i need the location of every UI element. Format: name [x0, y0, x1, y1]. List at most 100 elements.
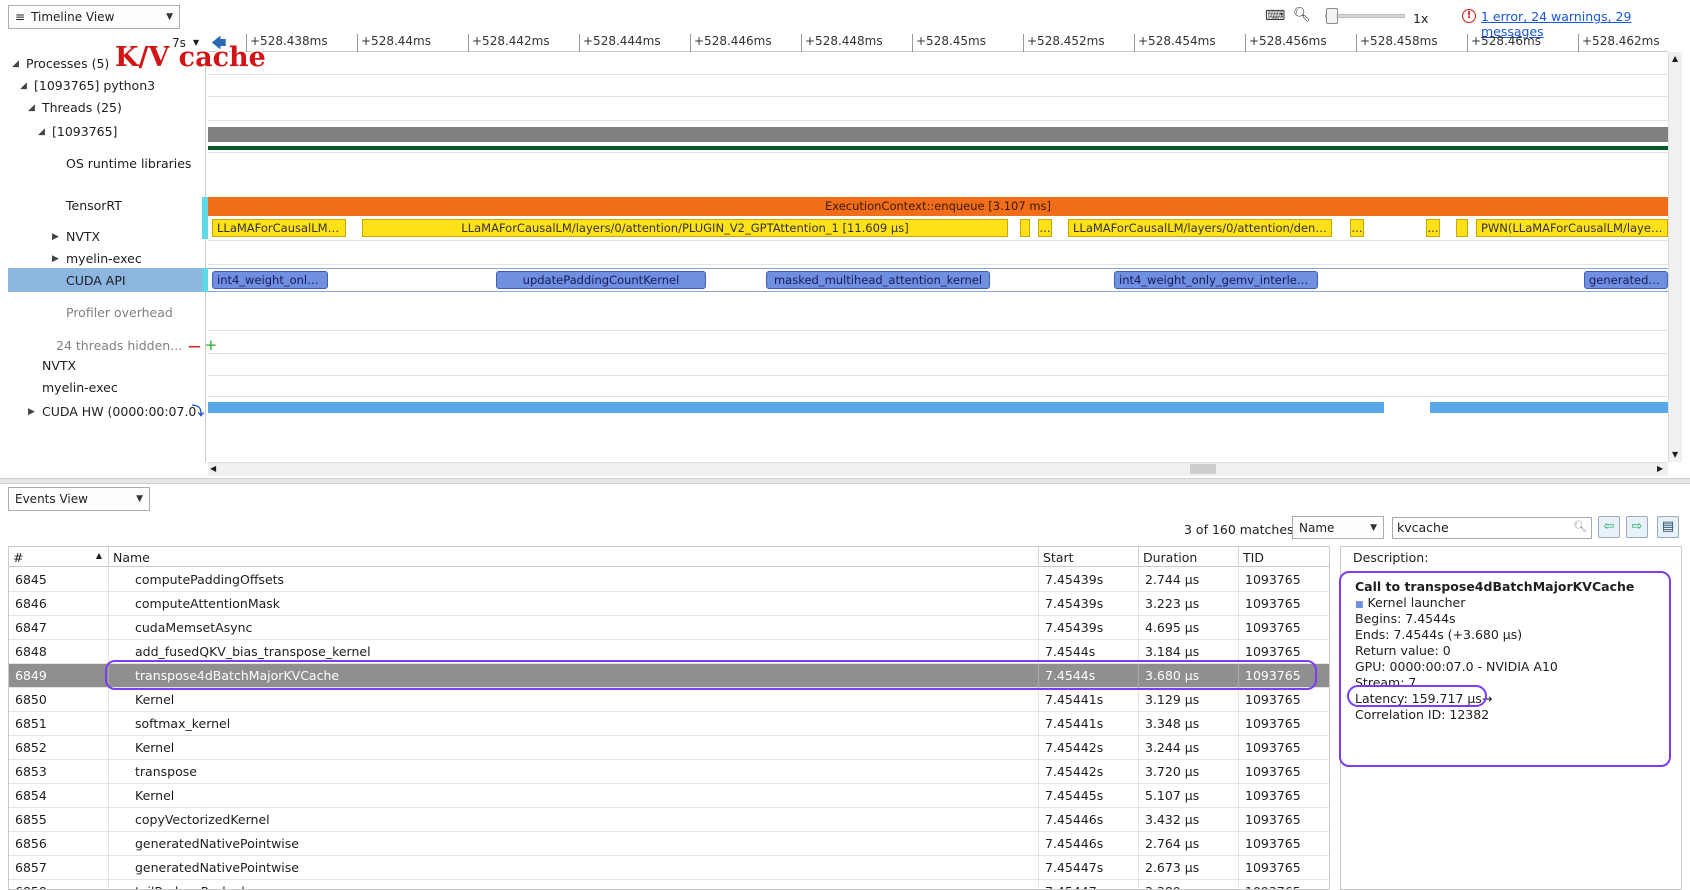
chevron-down-icon: ▼	[166, 12, 173, 22]
tree-process[interactable]: ◢ [1093765] python3	[20, 78, 218, 93]
cell-start: 7.45446s	[1039, 832, 1139, 856]
events-view-selector[interactable]: Events View ▼	[8, 487, 150, 511]
cell-name: generatedNativePointwise	[109, 832, 1039, 856]
cuda-api-bar[interactable]: masked_multihead_attention_kernel	[766, 271, 990, 289]
thread-state-bar[interactable]	[208, 146, 1668, 150]
cell-name: Kernel	[109, 688, 1039, 712]
table-row[interactable]: 6846 computeAttentionMask 7.45439s 3.223 μs…	[9, 592, 1329, 616]
cell-start: 7.45442s	[1039, 760, 1139, 784]
cell-index: 6855	[9, 808, 109, 832]
time-tick: +528.44ms	[357, 34, 431, 52]
table-row[interactable]: 6857 generatedNativePointwise 7.45447s 2.67…	[9, 856, 1329, 880]
keyboard-icon[interactable]: ⌨	[1265, 9, 1285, 23]
table-row[interactable]: 6855 copyVectorizedKernel 7.45446s 3.432 μs…	[9, 808, 1329, 832]
tensorrt-bar[interactable]: ...	[1350, 219, 1364, 237]
minus-icon[interactable]: —	[188, 338, 201, 353]
expand-icon[interactable]: ▶	[28, 407, 38, 417]
cuda-api-bar[interactable]: int4_weight_only_gemv_interleave	[1114, 271, 1318, 289]
event-search-input[interactable]: kvcache 🔍︎	[1392, 517, 1592, 539]
tree-threads[interactable]: ◢ Threads (25)	[28, 100, 226, 115]
cell-tid: 1093765	[1239, 688, 1329, 712]
tree-myelin-exec-process-label: myelin-exec	[42, 380, 118, 395]
thread-utilization-bar[interactable]	[208, 127, 1668, 142]
scroll-up-icon[interactable]: ▲	[1672, 54, 1678, 63]
timeline-horizontal-scrollbar[interactable]: ◀ ▶	[208, 462, 1668, 476]
cuda-api-bar[interactable]: int4_weight_only_ge...	[212, 271, 328, 289]
description-kind: ■ Kernel launcher	[1355, 595, 1465, 610]
view-selector[interactable]: ≡ Timeline View ▼	[8, 5, 180, 29]
column-header-tid[interactable]: TID	[1239, 547, 1329, 567]
latency-highlight	[1347, 685, 1487, 707]
cuda-api-bar[interactable]: generatedNa...	[1584, 271, 1668, 289]
scroll-thumb[interactable]	[1190, 464, 1216, 474]
previous-match-button[interactable]: ⇦	[1598, 516, 1620, 538]
column-header-label: #	[13, 550, 24, 565]
column-header-duration[interactable]: Duration	[1139, 547, 1239, 567]
table-row[interactable]: 6854 Kernel 7.45445s 5.107 μs 1093765	[9, 784, 1329, 808]
tree-cuda-api[interactable]: CUDA API	[8, 268, 206, 292]
pin-icon[interactable]: ⤵	[192, 402, 204, 419]
cell-index: 6850	[9, 688, 109, 712]
zoom-slider-thumb[interactable]	[1326, 8, 1338, 24]
scroll-right-icon[interactable]: ▶	[1657, 464, 1663, 473]
cell-tid: 1093765	[1239, 856, 1329, 880]
tensorrt-bar[interactable]: LLaMAForCausalLM/layers/0/attention/PLUG…	[362, 219, 1008, 237]
cuda-hw-bar[interactable]	[208, 402, 1384, 413]
collapse-icon[interactable]: ◢	[20, 81, 30, 91]
table-row[interactable]: 6852 Kernel 7.45442s 3.244 μs 1093765	[9, 736, 1329, 760]
collapse-icon[interactable]: ◢	[38, 127, 48, 137]
cell-tid: 1093765	[1239, 784, 1329, 808]
expand-icon[interactable]: ▶	[52, 232, 62, 242]
table-row[interactable]: 6853 transpose 7.45442s 3.720 μs 1093765	[9, 760, 1329, 784]
cuda-api-bar[interactable]: updatePaddingCountKernel	[496, 271, 706, 289]
cell-duration: 2.673 μs	[1139, 856, 1239, 880]
view-splitter[interactable]	[0, 478, 1690, 484]
tree-process-label: [1093765] python3	[34, 78, 156, 93]
row-divider	[208, 240, 1668, 241]
cell-name: softmax_kernel	[109, 712, 1039, 736]
time-tick: +528.458ms	[1356, 34, 1438, 52]
tensorrt-bar[interactable]	[1020, 219, 1030, 237]
column-header-start[interactable]: Start	[1039, 547, 1139, 567]
column-header-index[interactable]: # ▲	[9, 547, 109, 567]
description-correlation: Correlation ID: 12382	[1355, 707, 1490, 722]
events-table[interactable]: # ▲ Name Start Duration TID 6845 computeP…	[8, 546, 1330, 890]
enqueue-bar[interactable]: ExecutionContext::enqueue [3.107 ms]	[208, 197, 1668, 216]
columns-icon[interactable]: ▤	[1657, 516, 1679, 538]
cell-start: 7.45447s	[1039, 856, 1139, 880]
tensorrt-bar[interactable]: PWN(LLaMAForCausalLM/layers/...	[1476, 219, 1668, 237]
cuda-hw-bar[interactable]	[1430, 402, 1668, 413]
tensorrt-bar[interactable]	[1456, 219, 1468, 237]
cell-tid: 1093765	[1239, 832, 1329, 856]
tree-myelin-exec-label: myelin-exec	[66, 251, 142, 266]
cell-duration: 5.107 μs	[1139, 784, 1239, 808]
table-row[interactable]: 6856 generatedNativePointwise 7.45446s 2.76…	[9, 832, 1329, 856]
collapse-icon[interactable]: ◢	[12, 59, 22, 69]
filter-field-select[interactable]: Name ▼	[1292, 516, 1384, 539]
table-row[interactable]: 6845 computePaddingOffsets 7.45439s 2.744 μ…	[9, 568, 1329, 592]
tensorrt-bar[interactable]: ...	[1038, 219, 1052, 237]
zoom-out-icon[interactable]: 🔍︎	[1293, 8, 1311, 22]
timeline-vertical-scrollbar[interactable]: ▲ ▼	[1668, 52, 1682, 462]
time-ruler[interactable]: 🡄 +528.438ms +528.44ms +528.442ms +528.444m…	[208, 34, 1668, 52]
scroll-down-icon[interactable]: ▼	[1672, 450, 1678, 459]
collapse-icon[interactable]: ◢	[28, 103, 38, 113]
tree-cuda-hw[interactable]: ▶ CUDA HW (0000:00:07.0	[28, 404, 206, 419]
tensorrt-bar[interactable]: LLaMAForCausalLM/layers/0/attention/dens…	[1068, 219, 1332, 237]
tree-thread[interactable]: ◢ [1093765]	[38, 124, 236, 139]
scroll-left-icon[interactable]: ◀	[210, 464, 216, 473]
tensorrt-bar[interactable]: LLaMAForCausalLM/la...	[212, 219, 346, 237]
next-match-button[interactable]: ⇨	[1626, 516, 1648, 538]
cell-index: 6845	[9, 568, 109, 592]
search-icon[interactable]: 🔍︎	[1573, 520, 1587, 533]
column-header-name[interactable]: Name	[109, 547, 1039, 567]
table-row[interactable]: 6858tailReducePacked7.45447s3.389 μs1093…	[9, 880, 1329, 889]
table-row[interactable]: 6847 cudaMemsetAsync 7.45439s 4.695 μs 10937…	[9, 616, 1329, 640]
expand-icon[interactable]: ▶	[52, 254, 62, 264]
cuda-api-marker	[202, 268, 208, 292]
table-row[interactable]: 6850 Kernel 7.45441s 3.129 μs 1093765	[9, 688, 1329, 712]
tensorrt-bar[interactable]: ...	[1426, 219, 1440, 237]
timeline-tracks[interactable]: ExecutionContext::enqueue [3.107 ms] LLa…	[202, 52, 1668, 462]
cell-index: 6857	[9, 856, 109, 880]
table-row[interactable]: 6851 softmax_kernel 7.45441s 3.348 μs 109376…	[9, 712, 1329, 736]
